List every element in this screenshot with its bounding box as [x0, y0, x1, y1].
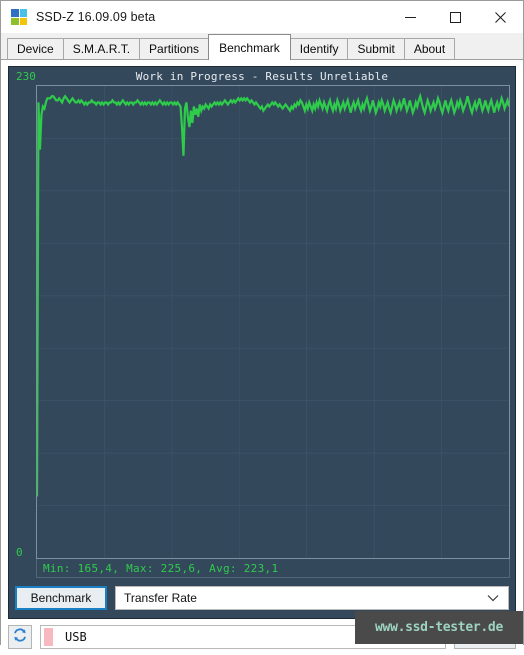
tab-submit[interactable]: Submit	[347, 38, 405, 59]
benchmark-run-label: Benchmark	[30, 591, 92, 605]
tab-device-label: Device	[17, 42, 54, 56]
tab-partitions-label: Partitions	[149, 42, 200, 56]
y-axis: 0	[14, 85, 36, 559]
status-bar: USB Quit	[1, 619, 523, 655]
graph-header: 230 Work in Progress - Results Unreliabl…	[14, 70, 510, 85]
benchmark-panel: 230 Work in Progress - Results Unreliabl…	[1, 60, 523, 619]
transfer-rate-chart	[37, 86, 509, 558]
stats-row: Min: 165,4, Max: 225,6, Avg: 223,1	[36, 559, 510, 578]
refresh-button[interactable]	[8, 625, 32, 649]
tab-benchmark[interactable]: Benchmark	[208, 34, 291, 60]
benchmark-mode-select[interactable]: Transfer Rate	[115, 586, 509, 610]
title-bar: SSD-Z 16.09.09 beta	[1, 1, 523, 33]
quit-label: Quit	[473, 630, 496, 644]
tab-about-label: About	[413, 42, 446, 56]
minimize-button[interactable]	[388, 1, 433, 33]
benchmark-stats: Min: 165,4, Max: 225,6, Avg: 223,1	[43, 561, 279, 575]
benchmark-mode-value: Transfer Rate	[124, 591, 197, 605]
app-grid-icon	[11, 9, 27, 25]
benchmark-run-button[interactable]: Benchmark	[15, 586, 107, 610]
plot-area[interactable]	[36, 85, 510, 559]
tab-strip: Device S.M.A.R.T. Partitions Benchmark I…	[1, 33, 523, 60]
graph-panel: 230 Work in Progress - Results Unreliabl…	[8, 66, 516, 619]
tab-identify-label: Identify	[299, 42, 339, 56]
tab-about[interactable]: About	[403, 38, 456, 59]
close-button[interactable]	[478, 1, 523, 33]
refresh-icon	[12, 627, 28, 648]
window-title: SSD-Z 16.09.09 beta	[36, 10, 156, 24]
maximize-button[interactable]	[433, 1, 478, 33]
tab-identify[interactable]: Identify	[289, 38, 349, 59]
device-select-value: USB	[65, 630, 87, 644]
window-controls	[388, 1, 523, 33]
ssdz-window: SSD-Z 16.09.09 beta Device S.M.A.R.T. Pa…	[0, 0, 524, 655]
graph-title: Work in Progress - Results Unreliable	[135, 70, 389, 83]
quit-button[interactable]: Quit	[454, 625, 516, 649]
tab-smart[interactable]: S.M.A.R.T.	[62, 38, 141, 59]
benchmark-controls: Benchmark Transfer Rate	[14, 583, 510, 613]
tab-submit-label: Submit	[357, 42, 395, 56]
tab-smart-label: S.M.A.R.T.	[72, 42, 131, 56]
tab-benchmark-label: Benchmark	[219, 40, 280, 55]
tab-partitions[interactable]: Partitions	[139, 38, 210, 59]
device-select[interactable]: USB	[40, 625, 446, 649]
device-color-swatch	[44, 628, 53, 646]
chevron-down-icon	[487, 587, 499, 609]
plot-wrapper: 0	[14, 85, 510, 559]
y-axis-min-label: 0	[16, 546, 23, 559]
tab-device[interactable]: Device	[7, 38, 64, 59]
